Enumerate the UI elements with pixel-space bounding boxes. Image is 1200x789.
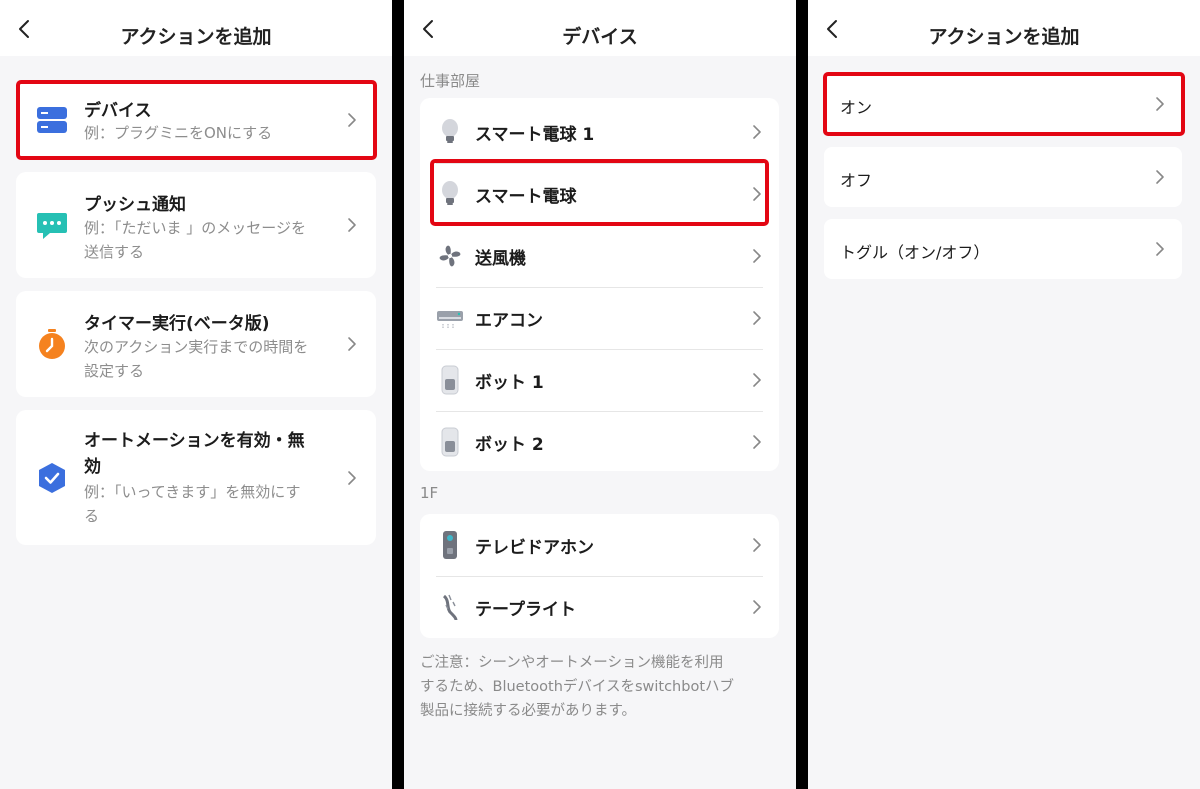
- chevron-right-icon: [751, 124, 763, 140]
- chevron-right-icon: [346, 217, 358, 233]
- chevron-right-icon: [346, 336, 358, 352]
- option-toggle[interactable]: トグル（オン/オフ）: [824, 219, 1182, 279]
- add-action-screen: アクションを追加 デバイス 例：プラグミニをONにする プッシュ通知 例：「ただ…: [0, 0, 392, 789]
- page-title: アクションを追加: [120, 26, 272, 48]
- device-row-bot-2[interactable]: ボット 2: [420, 411, 779, 473]
- device-name: スマート電球 1: [475, 125, 595, 145]
- bulb-icon: [436, 179, 464, 209]
- device-row-doorphone[interactable]: テレビドアホン: [420, 514, 779, 576]
- chevron-right-icon: [751, 434, 763, 450]
- action-description: 例：「いってきます」を無効にす: [84, 483, 301, 501]
- top-bar: アクションを追加: [808, 0, 1200, 56]
- action-description: 例：プラグミニをONにする: [84, 124, 273, 142]
- chevron-right-icon: [751, 599, 763, 615]
- page-title: アクションを追加: [928, 26, 1080, 48]
- fan-icon: [436, 241, 464, 271]
- device-row-smart-bulb-1[interactable]: スマート電球 1: [420, 101, 779, 163]
- section-label-work-room: 仕事部屋: [420, 72, 481, 90]
- top-bar: アクションを追加: [0, 0, 392, 56]
- screenshot-composite: アクションを追加 デバイス 例：プラグミニをONにする プッシュ通知 例：「ただ…: [0, 0, 1200, 789]
- device-row-smart-bulb[interactable]: スマート電球: [420, 163, 779, 225]
- action-push-notification[interactable]: プッシュ通知 例：「ただいま 」のメッセージを 送信する: [16, 172, 376, 278]
- chevron-right-icon: [1154, 169, 1166, 185]
- device-name: ボット 1: [475, 373, 544, 393]
- device-row-aircon[interactable]: エアコン: [420, 287, 779, 349]
- device-select-screen: デバイス 仕事部屋 スマート電球 1 スマート電球 送風機 エアコン ボット 1…: [404, 0, 796, 789]
- chevron-right-icon: [1154, 96, 1166, 112]
- action-description: 次のアクション実行までの時間を: [84, 338, 309, 356]
- chat-bubble-icon: [36, 209, 68, 241]
- device-name: エアコン: [475, 311, 543, 331]
- action-description: 送信する: [84, 243, 145, 261]
- chevron-right-icon: [751, 537, 763, 553]
- chevron-right-icon: [346, 112, 358, 128]
- chevron-right-icon: [751, 372, 763, 388]
- option-off[interactable]: オフ: [824, 147, 1182, 207]
- device-name: テレビドアホン: [475, 538, 594, 558]
- aircon-icon: [436, 303, 464, 333]
- option-label: オフ: [840, 171, 873, 190]
- device-group-work-room: スマート電球 1 スマート電球 送風機 エアコン ボット 1 ボット 2: [420, 98, 779, 471]
- chevron-right-icon: [751, 310, 763, 326]
- section-label-1f: 1F: [420, 484, 439, 502]
- device-name: 送風機: [475, 249, 526, 269]
- notice-line: 製品に接続する必要があります。: [420, 703, 637, 719]
- option-label: トグル（オン/オフ）: [840, 243, 990, 262]
- notice-line: するため、Bluetoothデバイスをswitchbotハブ: [420, 679, 735, 695]
- option-on[interactable]: オン: [824, 74, 1182, 134]
- action-device[interactable]: デバイス 例：プラグミニをONにする: [16, 82, 376, 158]
- action-automation-toggle[interactable]: オートメーションを有効・無 効 例：「いってきます」を無効にす る: [16, 410, 376, 545]
- device-list-icon: [36, 104, 68, 136]
- action-description: る: [84, 507, 100, 525]
- add-action-options-screen: アクションを追加 オン オフ トグル（オン/オフ）: [808, 0, 1200, 789]
- action-title: プッシュ通知: [84, 195, 186, 215]
- shield-check-icon: [36, 462, 68, 494]
- stopwatch-icon: [36, 328, 68, 360]
- action-title: 効: [84, 457, 101, 477]
- chevron-right-icon: [346, 470, 358, 486]
- chevron-right-icon: [1154, 241, 1166, 257]
- device-name: ボット 2: [475, 435, 544, 455]
- device-row-tape-light[interactable]: テープライト: [420, 576, 779, 638]
- action-title: タイマー実行(ベータ版): [84, 314, 270, 334]
- device-name: テープライト: [475, 600, 576, 620]
- device-row-bot-1[interactable]: ボット 1: [420, 349, 779, 411]
- bot-icon: [436, 365, 464, 395]
- chevron-right-icon: [751, 186, 763, 202]
- notice-line: ご注意：シーンやオートメーション機能を利用: [420, 655, 724, 671]
- device-group-1f: テレビドアホン テープライト: [420, 514, 779, 638]
- tape-light-icon: [436, 592, 464, 622]
- doorphone-icon: [436, 530, 464, 560]
- device-name: スマート電球: [475, 187, 577, 207]
- page-title: デバイス: [562, 26, 638, 48]
- bulb-icon: [436, 117, 464, 147]
- option-label: オン: [840, 98, 873, 117]
- action-description: 例：「ただいま 」のメッセージを: [84, 219, 306, 237]
- action-title: オートメーションを有効・無: [84, 431, 305, 451]
- notice-text: ご注意：シーンやオートメーション機能を利用 するため、Bluetoothデバイス…: [420, 651, 780, 723]
- action-timer[interactable]: タイマー実行(ベータ版) 次のアクション実行までの時間を 設定する: [16, 291, 376, 397]
- device-row-fan[interactable]: 送風機: [420, 225, 779, 287]
- action-description: 設定する: [84, 362, 145, 380]
- bot-icon: [436, 427, 464, 457]
- top-bar: デバイス: [404, 0, 796, 56]
- chevron-right-icon: [751, 248, 763, 264]
